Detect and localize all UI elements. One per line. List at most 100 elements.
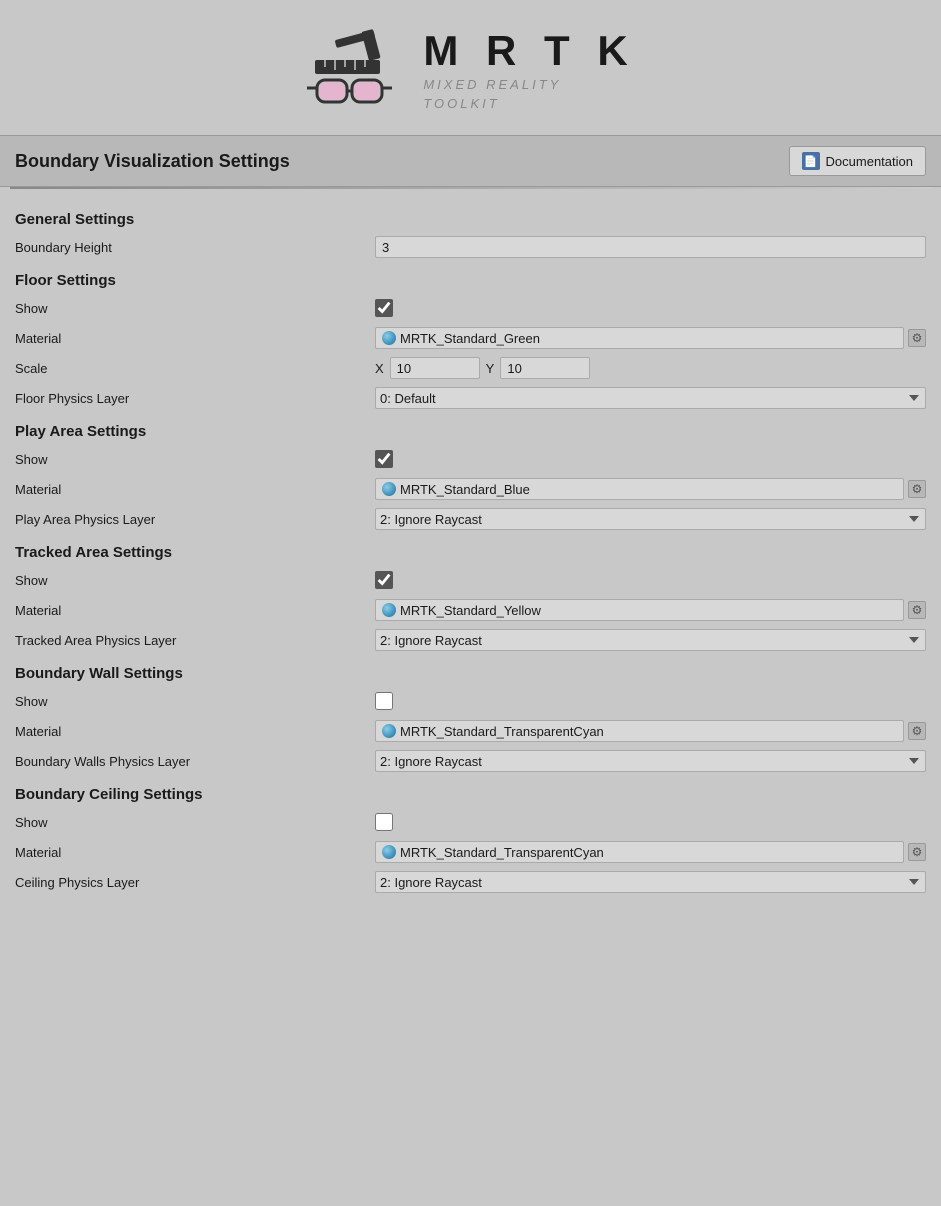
boundary-wall-show-label: Show bbox=[15, 694, 375, 709]
logo-container: M R T K MIXED REALITY TOOLKIT bbox=[305, 20, 635, 120]
tracked-area-material-control: MRTK_Standard_Yellow ⚙ bbox=[375, 599, 926, 621]
floor-scale-control: X Y bbox=[375, 357, 926, 379]
tracked-area-show-checkbox[interactable] bbox=[375, 571, 393, 589]
boundary-wall-material-control: MRTK_Standard_TransparentCyan ⚙ bbox=[375, 720, 926, 742]
play-area-physics-layer-label: Play Area Physics Layer bbox=[15, 512, 375, 527]
boundary-height-input[interactable] bbox=[375, 236, 926, 258]
floor-scale-y-label: Y bbox=[486, 361, 495, 376]
floor-physics-layer-label: Floor Physics Layer bbox=[15, 391, 375, 406]
floor-scale-x-label: X bbox=[375, 361, 384, 376]
boundary-wall-physics-layer-select[interactable]: 0: Default 1: TransparentFX 2: Ignore Ra… bbox=[375, 750, 926, 772]
boundary-ceiling-physics-layer-control: 0: Default 1: TransparentFX 2: Ignore Ra… bbox=[375, 871, 926, 893]
tracked-area-material-input[interactable]: MRTK_Standard_Yellow bbox=[375, 599, 904, 621]
floor-physics-layer-control: 0: Default 1: TransparentFX 2: Ignore Ra… bbox=[375, 387, 926, 409]
boundary-wall-material-label: Material bbox=[15, 724, 375, 739]
boundary-wall-show-row: Show bbox=[15, 688, 926, 714]
tracked-area-physics-layer-select[interactable]: 0: Default 1: TransparentFX 2: Ignore Ra… bbox=[375, 629, 926, 651]
tracked-area-material-label: Material bbox=[15, 603, 375, 618]
play-area-material-text: MRTK_Standard_Blue bbox=[400, 482, 530, 497]
tracked-area-physics-layer-control: 0: Default 1: TransparentFX 2: Ignore Ra… bbox=[375, 629, 926, 651]
floor-physics-layer-select[interactable]: 0: Default 1: TransparentFX 2: Ignore Ra… bbox=[375, 387, 926, 409]
boundary-ceiling-show-row: Show bbox=[15, 809, 926, 835]
floor-scale-row: Scale X Y bbox=[15, 355, 926, 381]
doc-button-label: Documentation bbox=[826, 154, 913, 169]
play-area-show-checkbox[interactable] bbox=[375, 450, 393, 468]
floor-scale-label: Scale bbox=[15, 361, 375, 376]
floor-physics-layer-row: Floor Physics Layer 0: Default 1: Transp… bbox=[15, 385, 926, 411]
header: M R T K MIXED REALITY TOOLKIT bbox=[0, 0, 941, 135]
floor-scale-x-input[interactable] bbox=[390, 357, 480, 379]
logo-mrtk-title: M R T K bbox=[423, 27, 635, 75]
boundary-wall-show-control bbox=[375, 692, 926, 710]
tracked-area-settings-heading: Tracked Area Settings bbox=[15, 544, 926, 561]
boundary-wall-material-sphere bbox=[382, 724, 396, 738]
tracked-area-physics-layer-row: Tracked Area Physics Layer 0: Default 1:… bbox=[15, 627, 926, 653]
floor-material-input[interactable]: MRTK_Standard_Green bbox=[375, 327, 904, 349]
boundary-height-label: Boundary Height bbox=[15, 240, 375, 255]
floor-material-sphere bbox=[382, 331, 396, 345]
boundary-ceiling-material-label: Material bbox=[15, 845, 375, 860]
floor-settings-heading: Floor Settings bbox=[15, 272, 926, 289]
boundary-wall-material-row: Material MRTK_Standard_TransparentCyan ⚙ bbox=[15, 718, 926, 744]
boundary-ceiling-show-checkbox[interactable] bbox=[375, 813, 393, 831]
play-area-material-sphere bbox=[382, 482, 396, 496]
play-area-material-input[interactable]: MRTK_Standard_Blue bbox=[375, 478, 904, 500]
floor-show-control bbox=[375, 299, 926, 317]
tracked-area-material-text: MRTK_Standard_Yellow bbox=[400, 603, 541, 618]
play-area-show-row: Show bbox=[15, 446, 926, 472]
play-area-material-row: Material MRTK_Standard_Blue ⚙ bbox=[15, 476, 926, 502]
play-area-material-settings-icon[interactable]: ⚙ bbox=[908, 480, 926, 498]
boundary-wall-physics-layer-label: Boundary Walls Physics Layer bbox=[15, 754, 375, 769]
main-content: General Settings Boundary Height Floor S… bbox=[0, 189, 941, 909]
logo-subtitle-line2: TOOLKIT bbox=[423, 94, 635, 114]
boundary-ceiling-material-text: MRTK_Standard_TransparentCyan bbox=[400, 845, 604, 860]
floor-scale-y-input[interactable] bbox=[500, 357, 590, 379]
boundary-wall-physics-layer-row: Boundary Walls Physics Layer 0: Default … bbox=[15, 748, 926, 774]
boundary-ceiling-material-row: Material MRTK_Standard_TransparentCyan ⚙ bbox=[15, 839, 926, 865]
boundary-wall-settings-heading: Boundary Wall Settings bbox=[15, 665, 926, 682]
play-area-material-label: Material bbox=[15, 482, 375, 497]
boundary-ceiling-physics-layer-select[interactable]: 0: Default 1: TransparentFX 2: Ignore Ra… bbox=[375, 871, 926, 893]
boundary-wall-material-settings-icon[interactable]: ⚙ bbox=[908, 722, 926, 740]
boundary-ceiling-show-control bbox=[375, 813, 926, 831]
floor-material-label: Material bbox=[15, 331, 375, 346]
toolbar: Boundary Visualization Settings 📄 Docume… bbox=[0, 135, 941, 187]
boundary-wall-material-text: MRTK_Standard_TransparentCyan bbox=[400, 724, 604, 739]
tracked-area-show-row: Show bbox=[15, 567, 926, 593]
tracked-area-material-settings-icon[interactable]: ⚙ bbox=[908, 601, 926, 619]
play-area-physics-layer-select[interactable]: 0: Default 1: TransparentFX 2: Ignore Ra… bbox=[375, 508, 926, 530]
floor-material-control: MRTK_Standard_Green ⚙ bbox=[375, 327, 926, 349]
floor-material-text: MRTK_Standard_Green bbox=[400, 331, 540, 346]
documentation-icon: 📄 bbox=[802, 152, 820, 170]
general-settings-heading: General Settings bbox=[15, 211, 926, 228]
boundary-height-control bbox=[375, 236, 926, 258]
tracked-area-material-row: Material MRTK_Standard_Yellow ⚙ bbox=[15, 597, 926, 623]
play-area-settings-heading: Play Area Settings bbox=[15, 423, 926, 440]
play-area-material-control: MRTK_Standard_Blue ⚙ bbox=[375, 478, 926, 500]
boundary-ceiling-physics-layer-label: Ceiling Physics Layer bbox=[15, 875, 375, 890]
play-area-physics-layer-row: Play Area Physics Layer 0: Default 1: Tr… bbox=[15, 506, 926, 532]
floor-material-row: Material MRTK_Standard_Green ⚙ bbox=[15, 325, 926, 351]
floor-material-settings-icon[interactable]: ⚙ bbox=[908, 329, 926, 347]
logo-subtitle-line1: MIXED REALITY bbox=[423, 75, 635, 95]
tracked-area-show-label: Show bbox=[15, 573, 375, 588]
boundary-ceiling-material-settings-icon[interactable]: ⚙ bbox=[908, 843, 926, 861]
play-area-show-label: Show bbox=[15, 452, 375, 467]
boundary-wall-material-input[interactable]: MRTK_Standard_TransparentCyan bbox=[375, 720, 904, 742]
boundary-ceiling-material-input[interactable]: MRTK_Standard_TransparentCyan bbox=[375, 841, 904, 863]
play-area-physics-layer-control: 0: Default 1: TransparentFX 2: Ignore Ra… bbox=[375, 508, 926, 530]
play-area-show-control bbox=[375, 450, 926, 468]
boundary-ceiling-material-sphere bbox=[382, 845, 396, 859]
floor-show-checkbox[interactable] bbox=[375, 299, 393, 317]
documentation-button[interactable]: 📄 Documentation bbox=[789, 146, 926, 176]
logo-text: M R T K MIXED REALITY TOOLKIT bbox=[423, 27, 635, 114]
doc-icon-symbol: 📄 bbox=[804, 155, 818, 168]
tracked-area-material-sphere bbox=[382, 603, 396, 617]
mrtk-logo-icon bbox=[305, 20, 405, 120]
boundary-ceiling-physics-layer-row: Ceiling Physics Layer 0: Default 1: Tran… bbox=[15, 869, 926, 895]
boundary-ceiling-material-control: MRTK_Standard_TransparentCyan ⚙ bbox=[375, 841, 926, 863]
boundary-wall-show-checkbox[interactable] bbox=[375, 692, 393, 710]
boundary-ceiling-settings-heading: Boundary Ceiling Settings bbox=[15, 786, 926, 803]
floor-show-label: Show bbox=[15, 301, 375, 316]
tracked-area-physics-layer-label: Tracked Area Physics Layer bbox=[15, 633, 375, 648]
